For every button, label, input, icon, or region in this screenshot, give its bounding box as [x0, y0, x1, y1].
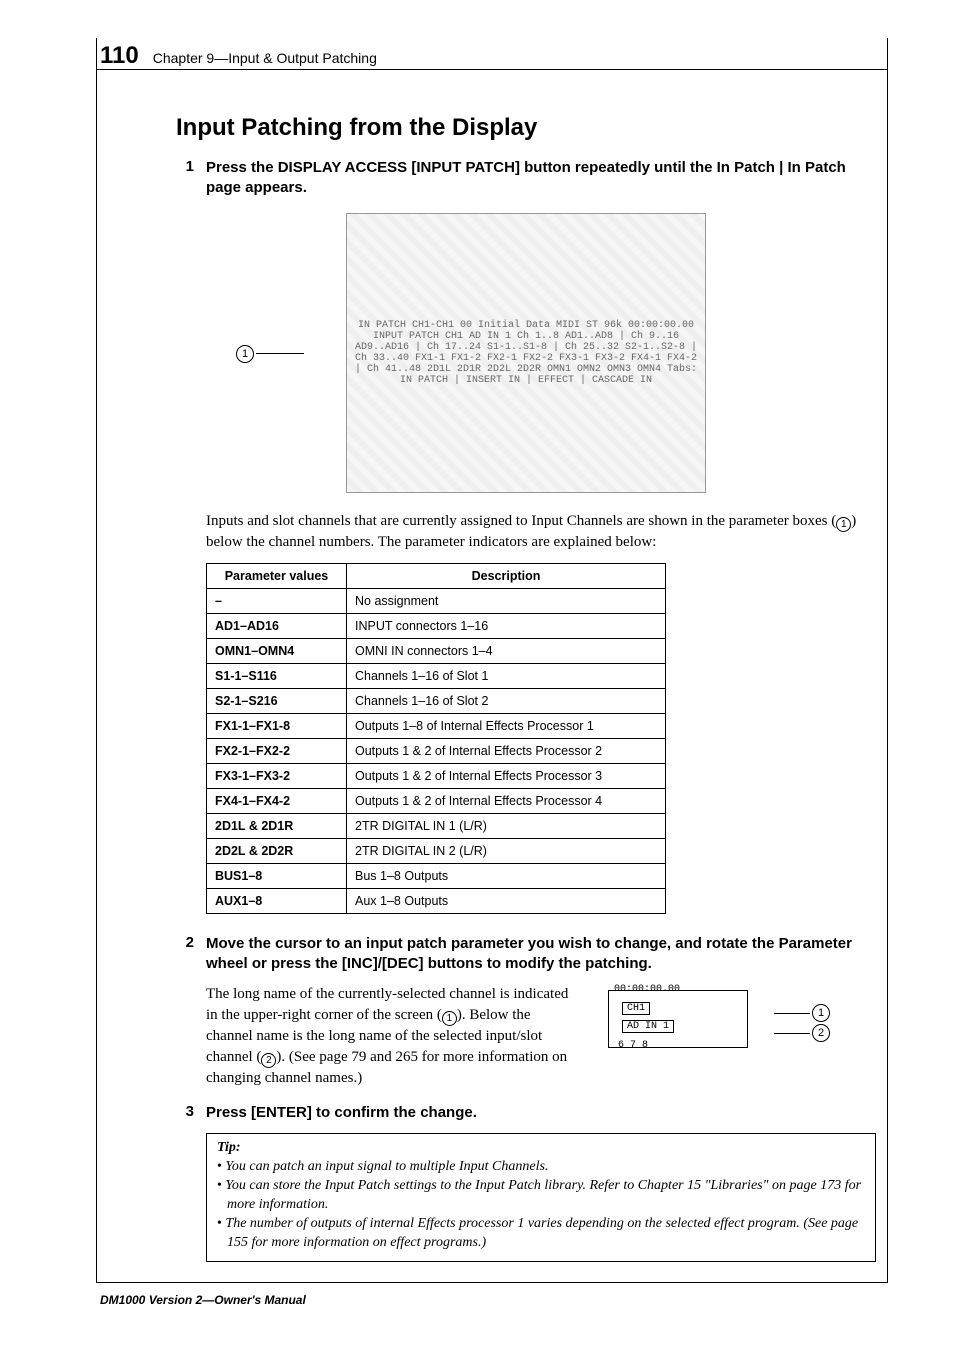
th-description: Description — [347, 563, 666, 588]
footer-text: DM1000 Version 2—Owner's Manual — [100, 1293, 306, 1307]
cell-pv: FX2-1–FX2-2 — [207, 738, 347, 763]
tip-item: You can store the Input Patch settings t… — [217, 1177, 865, 1215]
inline-circ-2: 2 — [261, 1053, 276, 1068]
table-row: BUS1–8Bus 1–8 Outputs — [207, 863, 666, 888]
tip-box: Tip: You can patch an input signal to mu… — [206, 1133, 876, 1261]
cell-pv: S1-1–S116 — [207, 663, 347, 688]
minifig-ch: CH1 — [622, 1002, 650, 1015]
cell-desc: OMNI IN connectors 1–4 — [347, 638, 666, 663]
table-row: 2D1L & 2D1R2TR DIGITAL IN 1 (L/R) — [207, 813, 666, 838]
cell-desc: Channels 1–16 of Slot 2 — [347, 688, 666, 713]
callout-line — [774, 1013, 810, 1014]
table-row: 2D2L & 2D2R2TR DIGITAL IN 2 (L/R) — [207, 838, 666, 863]
cell-desc: Aux 1–8 Outputs — [347, 888, 666, 913]
cell-pv: S2-1–S216 — [207, 688, 347, 713]
cell-desc: Channels 1–16 of Slot 1 — [347, 663, 666, 688]
callout-circle-1: 1 — [236, 345, 254, 363]
cell-pv: FX4-1–FX4-2 — [207, 788, 347, 813]
cell-pv: 2D2L & 2D2R — [207, 838, 347, 863]
parameter-table: Parameter values Description –No assignm… — [206, 563, 666, 914]
cell-pv: AUX1–8 — [207, 888, 347, 913]
step-2-detail-row: The long name of the currently-selected … — [176, 984, 876, 1089]
intro-a: Inputs and slot channels that are curren… — [206, 513, 836, 529]
section-title: Input Patching from the Display — [176, 114, 876, 142]
inline-circ-1b: 1 — [442, 1011, 457, 1026]
minifig-callout-1: 1 — [774, 1004, 830, 1022]
cell-pv: OMN1–OMN4 — [207, 638, 347, 663]
cell-desc: Outputs 1 & 2 of Internal Effects Proces… — [347, 738, 666, 763]
tip-item: The number of outputs of internal Effect… — [217, 1215, 865, 1253]
step-3: 3 Press [ENTER] to confirm the change. — [176, 1103, 876, 1123]
table-row: FX3-1–FX3-2Outputs 1 & 2 of Internal Eff… — [207, 763, 666, 788]
table-row: OMN1–OMN4OMNI IN connectors 1–4 — [207, 638, 666, 663]
cell-pv: BUS1–8 — [207, 863, 347, 888]
step-1-text: Press the DISPLAY ACCESS [INPUT PATCH] b… — [206, 158, 876, 199]
cell-desc: INPUT connectors 1–16 — [347, 613, 666, 638]
callout-line — [256, 353, 304, 354]
step-1: 1 Press the DISPLAY ACCESS [INPUT PATCH]… — [176, 158, 876, 199]
table-row: AUX1–8Aux 1–8 Outputs — [207, 888, 666, 913]
step-2-text: Move the cursor to an input patch parame… — [206, 934, 876, 975]
intro-paragraph: Inputs and slot channels that are curren… — [206, 511, 876, 553]
tip-label: Tip: — [217, 1140, 241, 1155]
table-row: –No assignment — [207, 588, 666, 613]
tip-item: You can patch an input signal to multipl… — [217, 1158, 865, 1177]
step-1-number: 1 — [176, 158, 194, 199]
step-2: 2 Move the cursor to an input patch para… — [176, 934, 876, 975]
figure-2: 00:00:00.00 CH1 AD IN 1 6 7 8 1 2 — [600, 984, 830, 1070]
cell-pv: – — [207, 588, 347, 613]
table-row: AD1–AD16INPUT connectors 1–16 — [207, 613, 666, 638]
minifig-ad: AD IN 1 — [622, 1020, 674, 1033]
cell-desc: 2TR DIGITAL IN 2 (L/R) — [347, 838, 666, 863]
figure-1-callout: 1 — [236, 345, 304, 363]
cell-pv: FX3-1–FX3-2 — [207, 763, 347, 788]
callout-circle: 1 — [812, 1004, 830, 1022]
tip-list: You can patch an input signal to multipl… — [217, 1158, 865, 1252]
figure-1-screenshot: IN PATCH CH1-CH1 00 Initial Data MIDI ST… — [346, 213, 706, 493]
minifig-top: 00:00:00.00 — [614, 984, 680, 995]
minifig-callout-2: 2 — [774, 1024, 830, 1042]
table-row: FX1-1–FX1-8Outputs 1–8 of Internal Effec… — [207, 713, 666, 738]
figure-1: 1 IN PATCH CH1-CH1 00 Initial Data MIDI … — [176, 213, 876, 493]
minifig-nums: 6 7 8 — [618, 1040, 648, 1051]
table-row: S2-1–S216Channels 1–16 of Slot 2 — [207, 688, 666, 713]
table-row: FX2-1–FX2-2Outputs 1 & 2 of Internal Eff… — [207, 738, 666, 763]
step-3-text: Press [ENTER] to confirm the change. — [206, 1103, 477, 1123]
cell-desc: Outputs 1–8 of Internal Effects Processo… — [347, 713, 666, 738]
th-parameter-values: Parameter values — [207, 563, 347, 588]
inline-circ-1: 1 — [836, 517, 851, 532]
cell-pv: AD1–AD16 — [207, 613, 347, 638]
cell-desc: Bus 1–8 Outputs — [347, 863, 666, 888]
cell-pv: 2D1L & 2D1R — [207, 813, 347, 838]
step-3-number: 3 — [176, 1103, 194, 1123]
callout-line — [774, 1033, 810, 1034]
cell-desc: 2TR DIGITAL IN 1 (L/R) — [347, 813, 666, 838]
cell-pv: FX1-1–FX1-8 — [207, 713, 347, 738]
step-2-number: 2 — [176, 934, 194, 975]
table-row: S1-1–S116Channels 1–16 of Slot 1 — [207, 663, 666, 688]
cell-desc: Outputs 1 & 2 of Internal Effects Proces… — [347, 788, 666, 813]
cell-desc: No assignment — [347, 588, 666, 613]
table-row: FX4-1–FX4-2Outputs 1 & 2 of Internal Eff… — [207, 788, 666, 813]
callout-circle: 2 — [812, 1024, 830, 1042]
cell-desc: Outputs 1 & 2 of Internal Effects Proces… — [347, 763, 666, 788]
content-area: Input Patching from the Display 1 Press … — [176, 114, 876, 1262]
step-2-detail: The long name of the currently-selected … — [206, 984, 576, 1089]
